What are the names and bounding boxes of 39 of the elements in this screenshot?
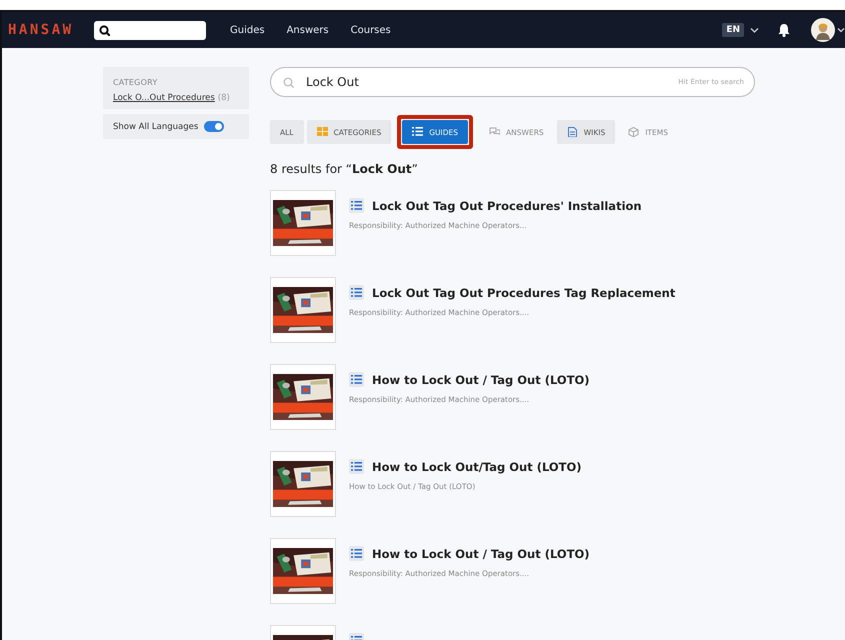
toggle-switch[interactable]: [204, 121, 224, 132]
search-field[interactable]: [94, 20, 206, 40]
list-icon: [349, 459, 364, 474]
category-link[interactable]: Lock O...Out Procedures: [113, 93, 215, 103]
nav-link[interactable]: Courses: [350, 24, 391, 36]
avatar-icon[interactable]: [811, 18, 835, 42]
list-icon: [349, 285, 364, 300]
chevron-down-icon[interactable]: [750, 27, 759, 33]
search-icon: [99, 24, 110, 36]
nav-link[interactable]: Guides: [230, 24, 265, 36]
results-heading: 8 results for “Lock Out”: [270, 162, 419, 176]
search-text: Lock Out: [306, 75, 359, 89]
search-icon: [283, 76, 294, 88]
thumbnail-frame[interactable]: [270, 190, 336, 256]
result-title[interactable]: How to Lock Out / Tag Out (LOTO): [372, 372, 590, 386]
list-icon: [349, 372, 364, 387]
cube-icon: [628, 127, 640, 137]
thumbnail-frame[interactable]: [270, 538, 336, 604]
list-icon: [349, 546, 364, 561]
chevron-down-icon[interactable]: [837, 27, 845, 33]
grid-icon: [316, 127, 328, 137]
bell-icon[interactable]: [777, 23, 791, 37]
toggle-label: Show All Languages: [113, 122, 198, 132]
nav-link[interactable]: Answers: [286, 24, 329, 36]
thumbnail-frame[interactable]: [270, 451, 336, 517]
chat-bubbles-icon: [489, 127, 500, 137]
result-title[interactable]: How to Lock Out/Tag Out (LOTO): [372, 460, 582, 474]
category-count: (8): [218, 93, 230, 103]
thumbnail-frame[interactable]: [270, 364, 336, 430]
result-title[interactable]: How to Lock Out / Tag Out (LOTO): [372, 546, 590, 560]
list-icon: [349, 198, 364, 213]
result-title[interactable]: Lock Out Tag Out Procedures Tag Replacement: [372, 286, 676, 300]
result-title[interactable]: Lock Out Tag Out Procedures' Installation: [372, 198, 642, 212]
document-icon: [566, 127, 578, 137]
category-heading: CATEGORY: [113, 78, 158, 87]
logo[interactable]: HANSAW: [8, 22, 82, 38]
language-badge[interactable]: EN: [722, 23, 744, 37]
list-icon: [412, 127, 424, 137]
thumbnail-frame[interactable]: [270, 277, 336, 343]
